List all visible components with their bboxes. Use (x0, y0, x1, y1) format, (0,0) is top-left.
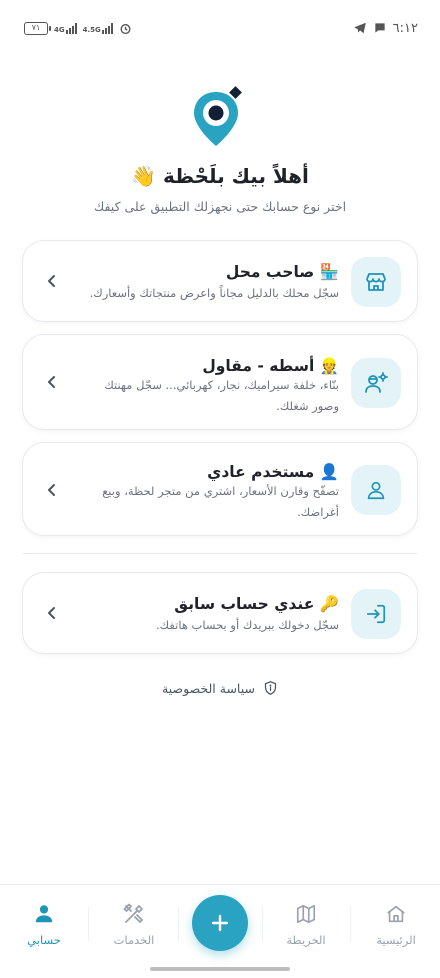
card-title: 🏪 صاحب محل (226, 263, 339, 281)
network-label-2: 4.5G (82, 25, 101, 34)
privacy-policy-link[interactable]: سياسة الخصوصية (0, 680, 440, 696)
nav-item-map[interactable]: الخريطة (266, 901, 346, 947)
card-description: سجّل دخولك ببريدك أو بحساب هاتفك. (155, 618, 339, 632)
user-icon (351, 465, 401, 515)
map-icon (296, 904, 316, 924)
card-title-text: أسطه - مقاول (202, 357, 315, 375)
tools-icon (123, 903, 143, 923)
shop-emoji-icon: 🏪 (319, 263, 339, 281)
home-indicator (150, 967, 290, 971)
user-emoji-icon: 👤 (319, 463, 339, 481)
app-logo-icon (194, 86, 242, 146)
nav-label: الخريطة (286, 933, 326, 947)
section-divider (22, 553, 418, 554)
add-button[interactable] (192, 895, 248, 951)
plus-icon (211, 914, 229, 932)
person-icon (35, 905, 53, 923)
bottom-navigation: حسابي الخدمات الخريطة الرئيسية (0, 884, 440, 978)
alarm-icon (120, 23, 131, 34)
card-title-text: صاحب محل (225, 263, 315, 281)
key-emoji-icon: 🔑 (319, 595, 339, 613)
card-title-text: عندي حساب سابق (174, 595, 315, 613)
telegram-icon (353, 22, 366, 34)
waving-hand-icon: 👋 (131, 164, 157, 188)
nav-item-services[interactable]: الخدمات (94, 901, 174, 947)
shield-info-icon (264, 681, 277, 695)
status-bar: ٧١ 4G 4.5G ٦:١٢ (0, 0, 440, 56)
chevron-left-icon (48, 484, 55, 496)
card-title: 🔑 عندي حساب سابق (174, 595, 339, 613)
privacy-policy-label: سياسة الخصوصية (162, 680, 255, 696)
signal-45g-icon: 4.5G (82, 22, 113, 34)
worker-emoji-icon: 👷 (319, 357, 339, 375)
account-type-regular-user[interactable]: 👤 مستخدم عادي تصفّح وقارن الأسعار، اشتري… (22, 442, 418, 536)
store-icon (351, 257, 401, 307)
nav-item-home[interactable]: الرئيسية (356, 901, 436, 947)
signal-4g-icon: 4G (54, 22, 77, 34)
nav-label: الخدمات (113, 933, 155, 947)
worker-gear-icon (351, 358, 401, 408)
welcome-heading: أهلاً بيك بلَحْظة 👋 (0, 164, 440, 188)
nav-label: الرئيسية (376, 933, 416, 947)
chat-bubble-icon (375, 23, 385, 33)
chevron-left-icon (48, 275, 55, 287)
welcome-subtitle: اختر نوع حسابك حتى نجهزلك التطبيق على كي… (93, 199, 347, 214)
account-type-contractor[interactable]: 👷 أسطه - مقاول بنّاء، خلفة سيراميك، نجار… (22, 334, 418, 430)
nav-label: حسابي (27, 933, 61, 947)
card-title: 👷 أسطه - مقاول (202, 357, 339, 375)
battery-icon: ٧١ (24, 21, 51, 35)
card-description: تصفّح وقارن الأسعار، اشتري من متجر لحظة،… (102, 484, 339, 519)
existing-account-login[interactable]: 🔑 عندي حساب سابق سجّل دخولك ببريدك أو بح… (22, 572, 418, 654)
nav-item-my-account[interactable]: حسابي (4, 901, 84, 947)
home-icon (387, 905, 405, 923)
chevron-left-icon (48, 607, 55, 619)
chevron-left-icon (48, 376, 55, 388)
account-type-shop-owner[interactable]: 🏪 صاحب محل سجّل محلك بالدليل مجاناً واعر… (22, 240, 418, 322)
network-label-1: 4G (54, 25, 65, 34)
status-right: ٦:١٢ (353, 21, 418, 36)
card-title-text: مستخدم عادي (207, 463, 315, 481)
welcome-text: أهلاً بيك بلَحْظة (163, 164, 309, 188)
card-description: سجّل محلك بالدليل مجاناً واعرض منتجاتك و… (89, 286, 339, 300)
card-description: بنّاء، خلفة سيراميك، نجار، كهربائي... سج… (104, 378, 339, 413)
status-indicators: ٧١ 4G 4.5G (24, 21, 132, 35)
battery-level: ٧١ (31, 22, 41, 32)
clock: ٦:١٢ (392, 20, 418, 36)
card-title: 👤 مستخدم عادي (207, 463, 339, 481)
login-icon (351, 589, 401, 639)
